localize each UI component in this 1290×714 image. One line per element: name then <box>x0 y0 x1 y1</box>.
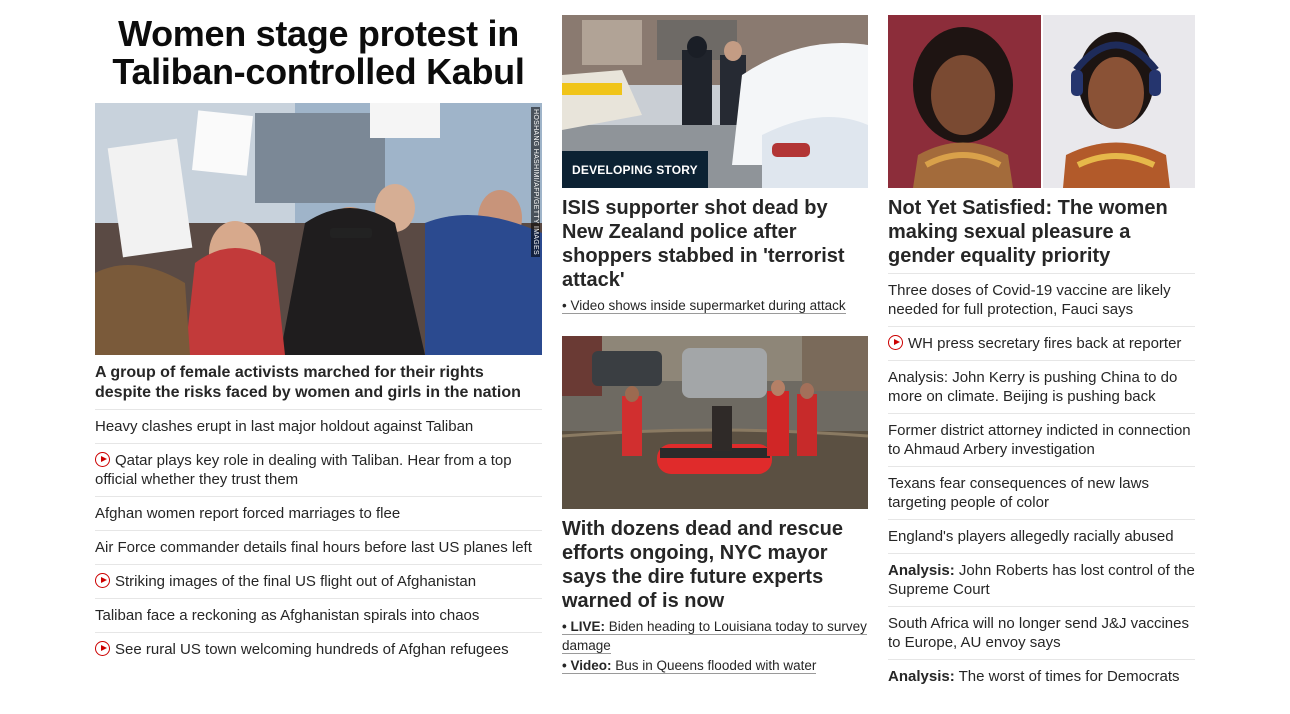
play-video-icon <box>95 641 110 656</box>
related-link[interactable]: Air Force commander details final hours … <box>95 539 532 556</box>
list-item[interactable]: Analysis: John Kerry is pushing China to… <box>888 361 1195 414</box>
list-item[interactable]: Qatar plays key role in dealing with Tal… <box>95 444 542 497</box>
video-link[interactable]: • Video: Bus in Queens flooded with wate… <box>562 658 817 674</box>
list-item[interactable]: Former district attorney indicted in con… <box>888 414 1195 467</box>
middle-column: DEVELOPING STORY ISIS supporter shot dea… <box>562 0 868 675</box>
nz-police-photo[interactable]: DEVELOPING STORY <box>562 15 868 188</box>
list-item[interactable]: South Africa will no longer send J&J vac… <box>888 607 1195 660</box>
live-link[interactable]: • LIVE: Biden heading to Louisiana today… <box>562 619 867 654</box>
analysis-label: Analysis: <box>888 668 955 685</box>
lead-column: Women stage protest in Taliban-controlle… <box>95 0 542 666</box>
story-link[interactable]: Analysis: John Kerry is pushing China to… <box>888 369 1177 405</box>
right-headline[interactable]: Not Yet Satisfied: The women making sexu… <box>888 196 1195 268</box>
list-item[interactable]: England's players allegedly racially abu… <box>888 520 1195 554</box>
story-link[interactable]: South Africa will no longer send J&J vac… <box>888 615 1189 651</box>
nyc-subtext-live: • LIVE: Biden heading to Louisiana today… <box>562 617 868 655</box>
list-item[interactable]: Afghan women report forced marriages to … <box>95 497 542 531</box>
lead-headline[interactable]: Women stage protest in Taliban-controlle… <box>95 15 542 91</box>
list-item[interactable]: Heavy clashes erupt in last major holdou… <box>95 410 542 444</box>
list-item[interactable]: Striking images of the final US flight o… <box>95 565 542 599</box>
list-item[interactable]: Air Force commander details final hours … <box>95 531 542 565</box>
list-item[interactable]: See rural US town welcoming hundreds of … <box>95 633 542 666</box>
related-link[interactable]: See rural US town welcoming hundreds of … <box>115 641 509 658</box>
related-link[interactable]: Heavy clashes erupt in last major holdou… <box>95 418 473 435</box>
analysis-label: Analysis: <box>888 562 955 579</box>
list-item[interactable]: Three doses of Covid-19 vaccine are like… <box>888 273 1195 327</box>
list-item[interactable]: WH press secretary fires back at reporte… <box>888 327 1195 361</box>
nz-video-link[interactable]: • Video shows inside supermarket during … <box>562 298 846 314</box>
list-item[interactable]: Analysis: The worst of times for Democra… <box>888 660 1195 693</box>
photo-credit: HOSHANG HASHIMI/AFP/GETTY IMAGES <box>531 107 540 257</box>
lead-caption[interactable]: A group of female activists marched for … <box>95 363 542 410</box>
story-link[interactable]: Texans fear consequences of new laws tar… <box>888 475 1149 511</box>
list-item[interactable]: Analysis: John Roberts has lost control … <box>888 554 1195 607</box>
lead-related-links: Heavy clashes erupt in last major holdou… <box>95 410 542 666</box>
nz-headline[interactable]: ISIS supporter shot dead by New Zealand … <box>562 196 868 292</box>
right-links: Three doses of Covid-19 vaccine are like… <box>888 273 1195 693</box>
related-link[interactable]: Taliban face a reckoning as Afghanistan … <box>95 607 479 624</box>
story-link[interactable]: WH press secretary fires back at reporte… <box>908 335 1181 352</box>
story-link[interactable]: Former district attorney indicted in con… <box>888 422 1191 458</box>
not-yet-satisfied-photo[interactable] <box>888 15 1195 188</box>
story-link[interactable]: Analysis: The worst of times for Democra… <box>888 668 1180 685</box>
flood-rescue-photo[interactable] <box>562 336 868 509</box>
list-item[interactable]: Taliban face a reckoning as Afghanistan … <box>95 599 542 633</box>
developing-story-badge: DEVELOPING STORY <box>562 151 708 188</box>
live-label: • LIVE: <box>562 619 605 634</box>
video-text: Bus in Queens flooded with water <box>611 658 817 673</box>
nz-subtext: • Video shows inside supermarket during … <box>562 296 868 315</box>
list-item[interactable]: Texans fear consequences of new laws tar… <box>888 467 1195 520</box>
related-link[interactable]: Qatar plays key role in dealing with Tal… <box>95 452 512 488</box>
play-video-icon <box>95 452 110 467</box>
related-link[interactable]: Striking images of the final US flight o… <box>115 573 476 590</box>
story-link[interactable]: Three doses of Covid-19 vaccine are like… <box>888 282 1171 318</box>
nyc-subtext-video: • Video: Bus in Queens flooded with wate… <box>562 656 868 675</box>
lead-photo[interactable]: HOSHANG HASHIMI/AFP/GETTY IMAGES <box>95 103 542 355</box>
live-text: Biden heading to Louisiana today to surv… <box>562 619 867 653</box>
story-link-text: The worst of times for Democrats <box>954 668 1180 685</box>
story-link[interactable]: Analysis: John Roberts has lost control … <box>888 562 1195 598</box>
play-video-icon <box>95 573 110 588</box>
lead-headline-link[interactable]: Women stage protest in Taliban-controlle… <box>112 13 524 92</box>
story-link[interactable]: England's players allegedly racially abu… <box>888 528 1174 545</box>
play-video-icon <box>888 335 903 350</box>
video-label: • Video: <box>562 658 612 673</box>
nyc-flood-headline[interactable]: With dozens dead and rescue efforts ongo… <box>562 517 868 613</box>
right-column: Not Yet Satisfied: The women making sexu… <box>888 0 1195 693</box>
related-link[interactable]: Afghan women report forced marriages to … <box>95 505 400 522</box>
